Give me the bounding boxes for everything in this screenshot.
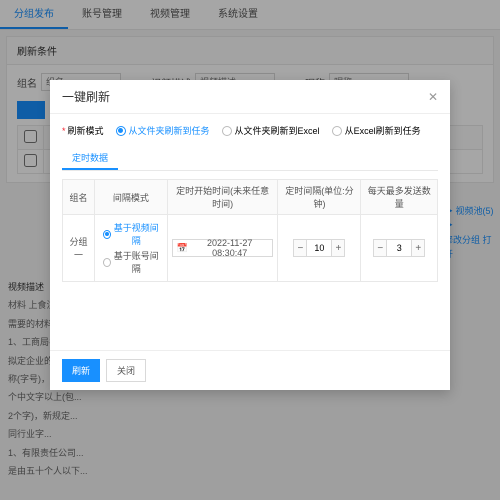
modal-title: 一键刷新 — [62, 88, 110, 105]
col-max: 每天最多发送数量 — [361, 180, 438, 215]
mode-label: 刷新模式 — [68, 126, 104, 136]
interval-minus[interactable]: − — [293, 239, 307, 257]
interval-plus[interactable]: + — [331, 239, 345, 257]
cell-group: 分组一 — [63, 215, 95, 282]
mode-row: *刷新模式 从文件夹刷新到任务 从文件夹刷新到Excel 从Excel刷新到任务 — [62, 124, 438, 137]
radio-interval-video[interactable]: 基于视频间隔 — [103, 221, 159, 247]
schedule-table: 组名 间隔模式 定时开始时间(未来任意时间) 定时间隔(单位:分钟) 每天最多发… — [62, 179, 438, 282]
max-minus[interactable]: − — [373, 239, 387, 257]
col-start-time: 定时开始时间(未来任意时间) — [167, 180, 278, 215]
interval-stepper: − + — [293, 239, 345, 257]
calendar-icon: 📅 — [177, 243, 188, 254]
max-stepper: − + — [373, 239, 425, 257]
max-plus[interactable]: + — [411, 239, 425, 257]
refresh-modal: 一键刷新 ✕ *刷新模式 从文件夹刷新到任务 从文件夹刷新到Excel 从Exc… — [50, 80, 450, 390]
refresh-button[interactable]: 刷新 — [62, 359, 100, 382]
radio-mode-excel-task[interactable]: 从Excel刷新到任务 — [332, 124, 421, 137]
subtab-schedule-data[interactable]: 定时数据 — [62, 147, 118, 170]
col-interval: 定时间隔(单位:分钟) — [278, 180, 361, 215]
radio-interval-account[interactable]: 基于账号间隔 — [103, 249, 159, 275]
radio-mode-folder-task[interactable]: 从文件夹刷新到任务 — [116, 124, 210, 137]
interval-input[interactable] — [307, 239, 331, 257]
max-input[interactable] — [387, 239, 411, 257]
close-button[interactable]: 关闭 — [106, 359, 146, 382]
col-interval-mode: 间隔模式 — [94, 180, 167, 215]
close-icon[interactable]: ✕ — [428, 90, 438, 104]
schedule-row: 分组一 基于视频间隔 基于账号间隔 📅2022-11-27 08:30:47 −… — [63, 215, 438, 282]
col-group: 组名 — [63, 180, 95, 215]
datetime-input[interactable]: 📅2022-11-27 08:30:47 — [172, 239, 274, 257]
radio-mode-folder-excel[interactable]: 从文件夹刷新到Excel — [222, 124, 320, 137]
